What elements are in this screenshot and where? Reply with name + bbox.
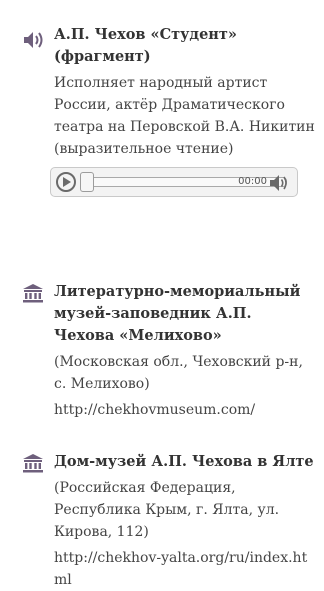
audio-title: А.П. Чехов «Студент» (фрагмент) xyxy=(54,26,237,65)
museum-icon xyxy=(22,453,44,475)
seek-thumb[interactable] xyxy=(80,172,94,192)
museum-address: (Московская обл., Чеховский р-н, с. Мели… xyxy=(54,354,303,392)
museum-title: Дом-музей А.П. Чехова в Ялте xyxy=(54,453,314,470)
museum-link[interactable]: http://chekhov-yalta.org/ru/index.html xyxy=(54,547,316,591)
volume-icon[interactable] xyxy=(269,174,289,192)
audio-player: 00:00 xyxy=(50,167,298,197)
audio-description: Исполняет народный артист России, актёр … xyxy=(54,75,315,157)
museum-address: (Российская Федерация, Республика Крым, … xyxy=(54,480,280,540)
museum-item-body: Литературно-мемориальный музей-заповедни… xyxy=(54,281,316,421)
museum-link[interactable]: http://chekhovmuseum.com/ xyxy=(54,399,316,421)
time-display: 00:00 xyxy=(238,176,267,187)
audio-item-body: А.П. Чехов «Студент» (фрагмент) Исполняе… xyxy=(54,24,316,160)
museum-title: Литературно-мемориальный музей-заповедни… xyxy=(54,283,301,344)
museum-item-body: Дом-музей А.П. Чехова в Ялте (Российская… xyxy=(54,451,316,591)
museum-icon xyxy=(22,283,44,305)
speaker-icon xyxy=(22,30,44,52)
play-button[interactable] xyxy=(56,172,76,192)
